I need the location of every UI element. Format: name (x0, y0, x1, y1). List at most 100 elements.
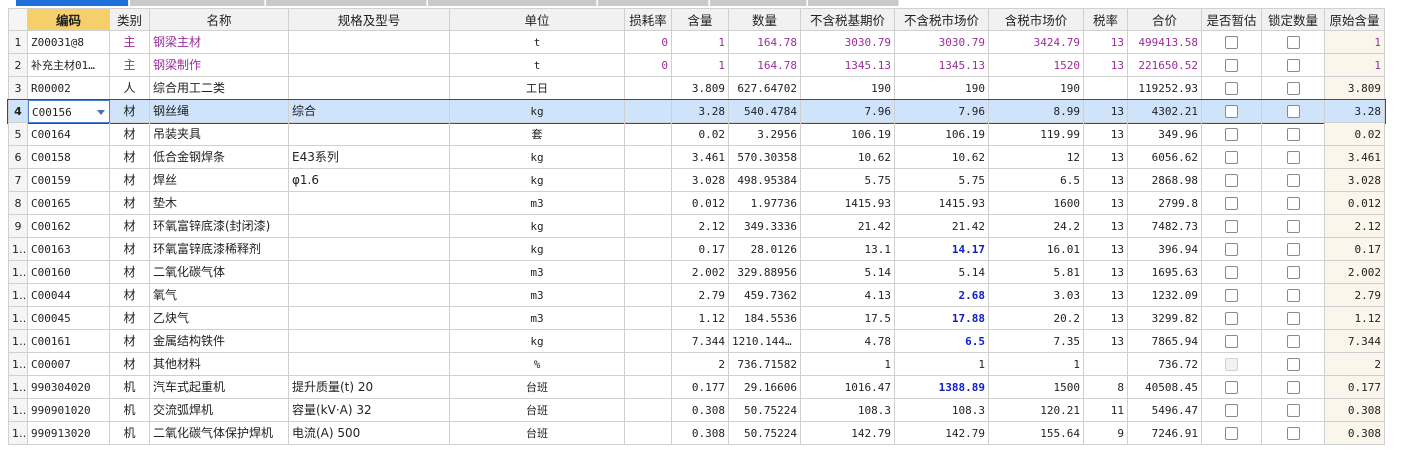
estimate-checkbox[interactable] (1225, 243, 1238, 256)
table-row[interactable]: 8 C00165 材 垫木 m3 0.012 1.97736 1415.93 1415.93 16… (8, 192, 1385, 215)
original-content-cell[interactable]: 7.344 (1325, 330, 1385, 353)
estimate-checkbox[interactable] (1225, 151, 1238, 164)
market-price-tax-cell[interactable]: 8.99 (989, 100, 1084, 123)
market-price-tax-cell[interactable]: 12 (989, 146, 1084, 169)
quantity-cell[interactable]: 3.2956 (729, 123, 801, 146)
base-price-cell[interactable]: 1 (801, 353, 895, 376)
name-cell[interactable]: 钢梁制作 (150, 54, 289, 77)
spec-cell[interactable] (289, 261, 450, 284)
chevron-down-icon[interactable] (97, 110, 105, 115)
total-cell[interactable]: 349.96 (1128, 123, 1202, 146)
original-content-cell[interactable]: 2.002 (1325, 261, 1385, 284)
spec-cell[interactable] (289, 307, 450, 330)
original-content-cell[interactable]: 0.177 (1325, 376, 1385, 399)
name-cell[interactable]: 焊丝 (150, 169, 289, 192)
header-base-price[interactable]: 不含税基期价 (801, 8, 895, 31)
loss-rate-cell[interactable] (625, 146, 672, 169)
lock-checkbox[interactable] (1286, 105, 1300, 118)
quantity-cell[interactable]: 29.16606 (729, 376, 801, 399)
estimate-checkbox[interactable] (1225, 197, 1238, 210)
header-total[interactable]: 合价 (1128, 8, 1202, 31)
unit-cell[interactable]: m3 (450, 261, 625, 284)
code-cell[interactable]: C00045 (28, 307, 110, 330)
unit-cell[interactable]: 台班 (450, 399, 625, 422)
loss-rate-cell[interactable] (625, 100, 672, 123)
category-cell[interactable]: 机 (110, 422, 150, 445)
base-price-cell[interactable]: 142.79 (801, 422, 895, 445)
spec-cell[interactable] (289, 192, 450, 215)
content-cell[interactable]: 3.461 (672, 146, 729, 169)
total-cell[interactable]: 5496.47 (1128, 399, 1202, 422)
name-cell[interactable]: 二氧化碳气体 (150, 261, 289, 284)
estimate-checkbox[interactable] (1225, 82, 1238, 95)
estimate-checkbox[interactable] (1225, 128, 1238, 141)
loss-rate-cell[interactable] (625, 192, 672, 215)
lock-checkbox[interactable] (1286, 59, 1300, 72)
lock-checkbox[interactable] (1286, 243, 1300, 256)
estimate-checkbox[interactable] (1225, 36, 1238, 49)
market-price-cell[interactable]: 1415.93 (895, 192, 989, 215)
market-price-cell[interactable]: 17.88 (895, 307, 989, 330)
header-is-estimate[interactable]: 是否暂估 (1202, 8, 1262, 31)
market-price-cell[interactable]: 1345.13 (895, 54, 989, 77)
lock-checkbox[interactable] (1286, 404, 1300, 417)
loss-rate-cell[interactable] (625, 169, 672, 192)
quantity-cell[interactable]: 184.5536 (729, 307, 801, 330)
base-price-cell[interactable]: 17.5 (801, 307, 895, 330)
unit-cell[interactable]: kg (450, 330, 625, 353)
estimate-checkbox[interactable] (1225, 381, 1238, 394)
category-cell[interactable]: 材 (110, 284, 150, 307)
market-price-tax-cell[interactable]: 7.35 (989, 330, 1084, 353)
market-price-cell[interactable]: 5.75 (895, 169, 989, 192)
total-cell[interactable]: 2868.98 (1128, 169, 1202, 192)
category-cell[interactable]: 材 (110, 169, 150, 192)
market-price-cell[interactable]: 2.68 (895, 284, 989, 307)
content-cell[interactable]: 3.28 (672, 100, 729, 123)
original-content-cell[interactable]: 3.809 (1325, 77, 1385, 100)
market-price-tax-cell[interactable]: 5.81 (989, 261, 1084, 284)
code-cell[interactable]: C00161 (28, 330, 110, 353)
content-cell[interactable]: 0.177 (672, 376, 729, 399)
lock-checkbox[interactable] (1286, 312, 1300, 325)
lock-checkbox[interactable] (1286, 358, 1300, 371)
tax-rate-cell[interactable]: 13 (1084, 238, 1128, 261)
unit-cell[interactable]: t (450, 54, 625, 77)
market-price-cell[interactable]: 1388.89 (895, 376, 989, 399)
original-content-cell[interactable]: 1 (1325, 54, 1385, 77)
quantity-cell[interactable]: 1210.14432 (729, 330, 801, 353)
tax-rate-cell[interactable]: 13 (1084, 330, 1128, 353)
total-cell[interactable]: 2799.8 (1128, 192, 1202, 215)
total-cell[interactable]: 7865.94 (1128, 330, 1202, 353)
loss-rate-cell[interactable] (625, 284, 672, 307)
code-cell[interactable]: C00163 (28, 238, 110, 261)
code-cell[interactable]: 补充主材01… (28, 54, 110, 77)
quantity-cell[interactable]: 28.0126 (729, 238, 801, 261)
unit-cell[interactable]: t (450, 31, 625, 54)
spec-cell[interactable] (289, 353, 450, 376)
market-price-cell[interactable]: 14.17 (895, 238, 989, 261)
quantity-cell[interactable]: 164.78 (729, 31, 801, 54)
total-cell[interactable]: 1232.09 (1128, 284, 1202, 307)
original-content-cell[interactable]: 2.12 (1325, 215, 1385, 238)
table-row[interactable]: 6 C00158 材 低合金钢焊条 E43系列 kg 3.461 570.30358 10.62… (8, 146, 1385, 169)
unit-cell[interactable]: m3 (450, 307, 625, 330)
category-cell[interactable]: 材 (110, 192, 150, 215)
code-cell[interactable]: C00162 (28, 215, 110, 238)
tax-rate-cell[interactable]: 13 (1084, 146, 1128, 169)
original-content-cell[interactable]: 3.28 (1325, 100, 1385, 123)
estimate-checkbox[interactable] (1225, 220, 1238, 233)
code-cell[interactable]: C00158 (28, 146, 110, 169)
base-price-cell[interactable]: 13.1 (801, 238, 895, 261)
base-price-cell[interactable]: 1016.47 (801, 376, 895, 399)
total-cell[interactable]: 736.72 (1128, 353, 1202, 376)
original-content-cell[interactable]: 3.028 (1325, 169, 1385, 192)
base-price-cell[interactable]: 4.13 (801, 284, 895, 307)
quantity-cell[interactable]: 329.88956 (729, 261, 801, 284)
quantity-cell[interactable]: 570.30358 (729, 146, 801, 169)
content-cell[interactable]: 7.344 (672, 330, 729, 353)
tax-rate-cell[interactable]: 13 (1084, 54, 1128, 77)
tax-rate-cell[interactable]: 9 (1084, 422, 1128, 445)
base-price-cell[interactable]: 7.96 (801, 100, 895, 123)
original-content-cell[interactable]: 0.17 (1325, 238, 1385, 261)
tax-rate-cell[interactable]: 13 (1084, 100, 1128, 123)
